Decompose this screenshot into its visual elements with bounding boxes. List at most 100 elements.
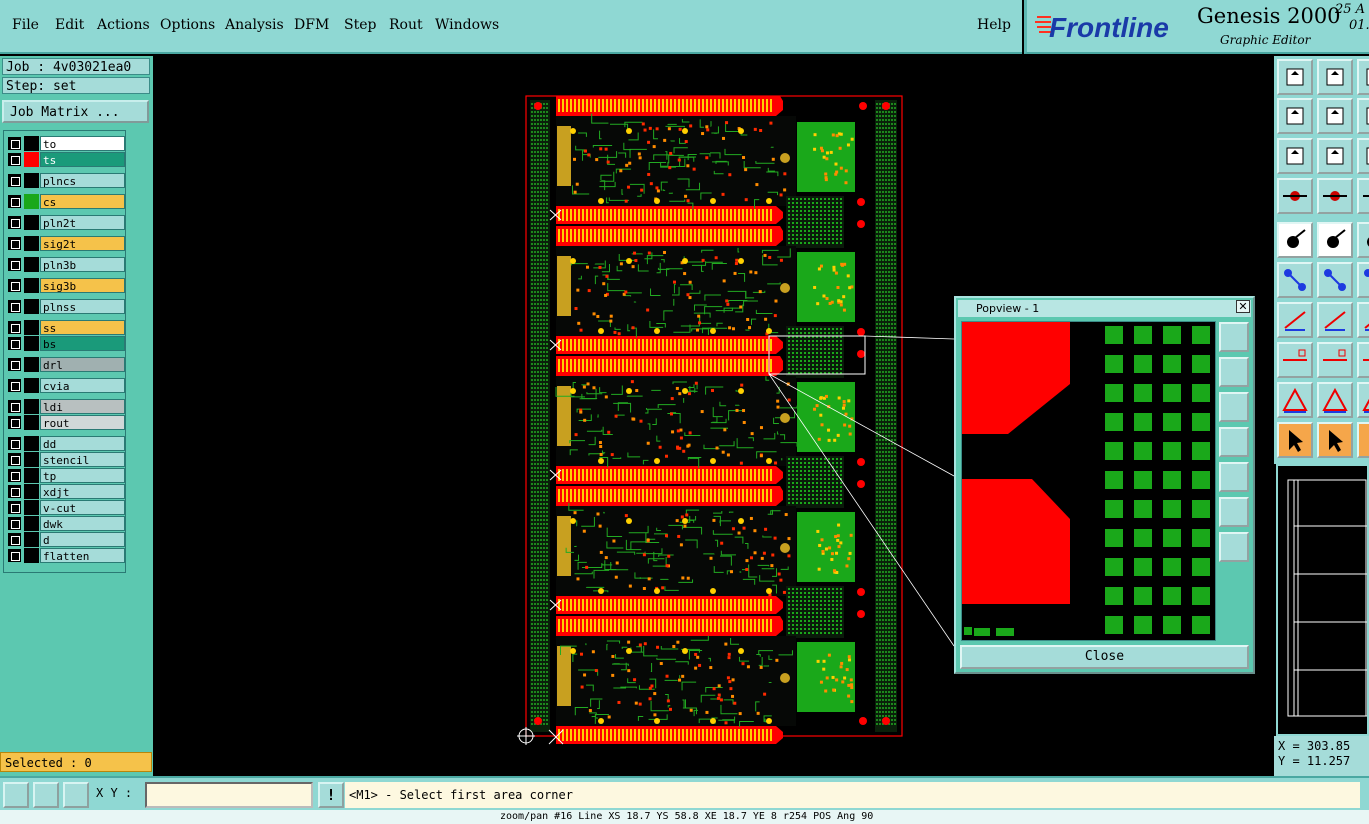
- layer-row-tp[interactable]: tp: [6, 468, 125, 483]
- layer-row-cs[interactable]: cs: [6, 194, 125, 209]
- popview-zoom-vertical-icon[interactable]: [1219, 532, 1249, 562]
- draw-line-icon[interactable]: [1277, 302, 1313, 338]
- job-matrix-button[interactable]: Job Matrix ...: [2, 100, 149, 123]
- layer-visibility-checkbox[interactable]: [8, 469, 21, 482]
- layer-row-pln3b[interactable]: pln3b: [6, 257, 125, 272]
- layer-visibility-checkbox[interactable]: [8, 358, 21, 371]
- layer-name[interactable]: sig2t: [40, 236, 125, 251]
- layer-name[interactable]: plncs: [40, 173, 125, 188]
- layer-row-rout[interactable]: rout: [6, 415, 125, 430]
- layer-name[interactable]: rout: [40, 415, 125, 430]
- layer-row-v-cut[interactable]: v-cut: [6, 500, 125, 515]
- pan-down-icon[interactable]: [1317, 59, 1353, 95]
- menu-edit[interactable]: Edit: [55, 17, 84, 33]
- triangle-select-icon[interactable]: [1317, 382, 1353, 418]
- layer-name[interactable]: v-cut: [40, 500, 125, 515]
- layer-visibility-checkbox[interactable]: [8, 453, 21, 466]
- popview-pan-up-icon[interactable]: [1219, 357, 1249, 387]
- layer-visibility-checkbox[interactable]: [8, 195, 21, 208]
- layer-name[interactable]: to: [40, 136, 125, 151]
- layer-row-bs[interactable]: bs: [6, 336, 125, 351]
- pan-up-icon[interactable]: [1277, 59, 1313, 95]
- layer-row-to[interactable]: to: [6, 136, 125, 151]
- layer-visibility-checkbox[interactable]: [8, 153, 21, 166]
- pointer-icon[interactable]: [1277, 422, 1313, 458]
- add-pad-icon[interactable]: [1277, 342, 1313, 378]
- connect-icon[interactable]: [1277, 262, 1313, 298]
- layer-name[interactable]: flatten: [40, 548, 125, 563]
- popview-pan-down-icon[interactable]: [1219, 392, 1249, 422]
- layer-visibility-checkbox[interactable]: [8, 416, 21, 429]
- pan-left-icon[interactable]: [1277, 98, 1313, 134]
- layer-visibility-checkbox[interactable]: [8, 300, 21, 313]
- menu-help[interactable]: Help: [977, 17, 1011, 33]
- edit3-icon[interactable]: [1357, 262, 1369, 298]
- layer-name[interactable]: cs: [40, 194, 125, 209]
- layer-visibility-checkbox[interactable]: [8, 216, 21, 229]
- cross-icon[interactable]: [1317, 262, 1353, 298]
- zoom-area-icon[interactable]: [3, 782, 29, 808]
- layer-name[interactable]: d: [40, 532, 125, 547]
- menu-windows[interactable]: Windows: [435, 17, 499, 33]
- layer-row-dd[interactable]: dd: [6, 436, 125, 451]
- warning-icon[interactable]: !: [318, 782, 344, 808]
- layer-visibility-checkbox[interactable]: [8, 174, 21, 187]
- triangle-icon[interactable]: [1277, 382, 1313, 418]
- layer-name[interactable]: xdjt: [40, 484, 125, 499]
- layer-row-d[interactable]: d: [6, 532, 125, 547]
- pin-icon[interactable]: [1317, 178, 1353, 214]
- menu-analysis[interactable]: Analysis: [225, 17, 284, 33]
- layer-visibility-checkbox[interactable]: [8, 400, 21, 413]
- layer-name[interactable]: stencil: [40, 452, 125, 467]
- layer-row-ss[interactable]: ss: [6, 320, 125, 335]
- popview-pan-left-icon[interactable]: [1219, 427, 1249, 457]
- layer-name[interactable]: dwk: [40, 516, 125, 531]
- layer-name[interactable]: ts: [40, 152, 125, 167]
- layer-visibility-checkbox[interactable]: [8, 379, 21, 392]
- popview-copy-icon[interactable]: [1219, 322, 1249, 352]
- layer-name[interactable]: drl: [40, 357, 125, 372]
- zoom-center-icon[interactable]: [1317, 138, 1353, 174]
- popview-title[interactable]: Popview - 1: [958, 300, 1251, 317]
- layer-row-stencil[interactable]: stencil: [6, 452, 125, 467]
- layer-visibility-checkbox[interactable]: [8, 321, 21, 334]
- layer-visibility-checkbox[interactable]: [8, 517, 21, 530]
- layer-row-cvia[interactable]: cvia: [6, 378, 125, 393]
- layer-row-xdjt[interactable]: xdjt: [6, 484, 125, 499]
- layer-row-pln2t[interactable]: pln2t: [6, 215, 125, 230]
- layer-row-plncs[interactable]: plncs: [6, 173, 125, 188]
- triangle3-icon[interactable]: [1357, 382, 1369, 418]
- xy-input[interactable]: [145, 782, 313, 808]
- layer-visibility-checkbox[interactable]: [8, 549, 21, 562]
- zoom3-icon[interactable]: [1357, 138, 1369, 174]
- layer-row-sig2t[interactable]: sig2t: [6, 236, 125, 251]
- layer-row-ts[interactable]: ts: [6, 152, 125, 167]
- layer-name[interactable]: bs: [40, 336, 125, 351]
- layer-visibility-checkbox[interactable]: [8, 337, 21, 350]
- layer-name[interactable]: pln3b: [40, 257, 125, 272]
- select3-icon[interactable]: [1357, 222, 1369, 258]
- layer-visibility-checkbox[interactable]: [8, 279, 21, 292]
- measure-icon[interactable]: [33, 782, 59, 808]
- select-line-icon[interactable]: [1317, 222, 1353, 258]
- menu-actions[interactable]: Actions: [97, 17, 150, 33]
- page-icon[interactable]: [1357, 59, 1369, 95]
- draw3-icon[interactable]: [1357, 302, 1369, 338]
- page2-icon[interactable]: [1357, 98, 1369, 134]
- layer-name[interactable]: pln2t: [40, 215, 125, 230]
- layer-visibility-checkbox[interactable]: [8, 437, 21, 450]
- menu-options[interactable]: Options: [160, 17, 215, 33]
- layer-row-sig3b[interactable]: sig3b: [6, 278, 125, 293]
- pointer3-icon[interactable]: [1357, 422, 1369, 458]
- pan-right-icon[interactable]: [1317, 98, 1353, 134]
- snap-grid-icon[interactable]: [63, 782, 89, 808]
- menu-rout[interactable]: Rout: [389, 17, 423, 33]
- menu-file[interactable]: File: [12, 17, 39, 33]
- layer-visibility-checkbox[interactable]: [8, 533, 21, 546]
- layer-visibility-checkbox[interactable]: [8, 137, 21, 150]
- select-pad-icon[interactable]: [1277, 222, 1313, 258]
- popview-close-button[interactable]: Close: [960, 645, 1249, 669]
- zoom-fit-icon[interactable]: [1277, 138, 1313, 174]
- layer-row-flatten[interactable]: flatten: [6, 548, 125, 563]
- draw-arrow-icon[interactable]: [1317, 302, 1353, 338]
